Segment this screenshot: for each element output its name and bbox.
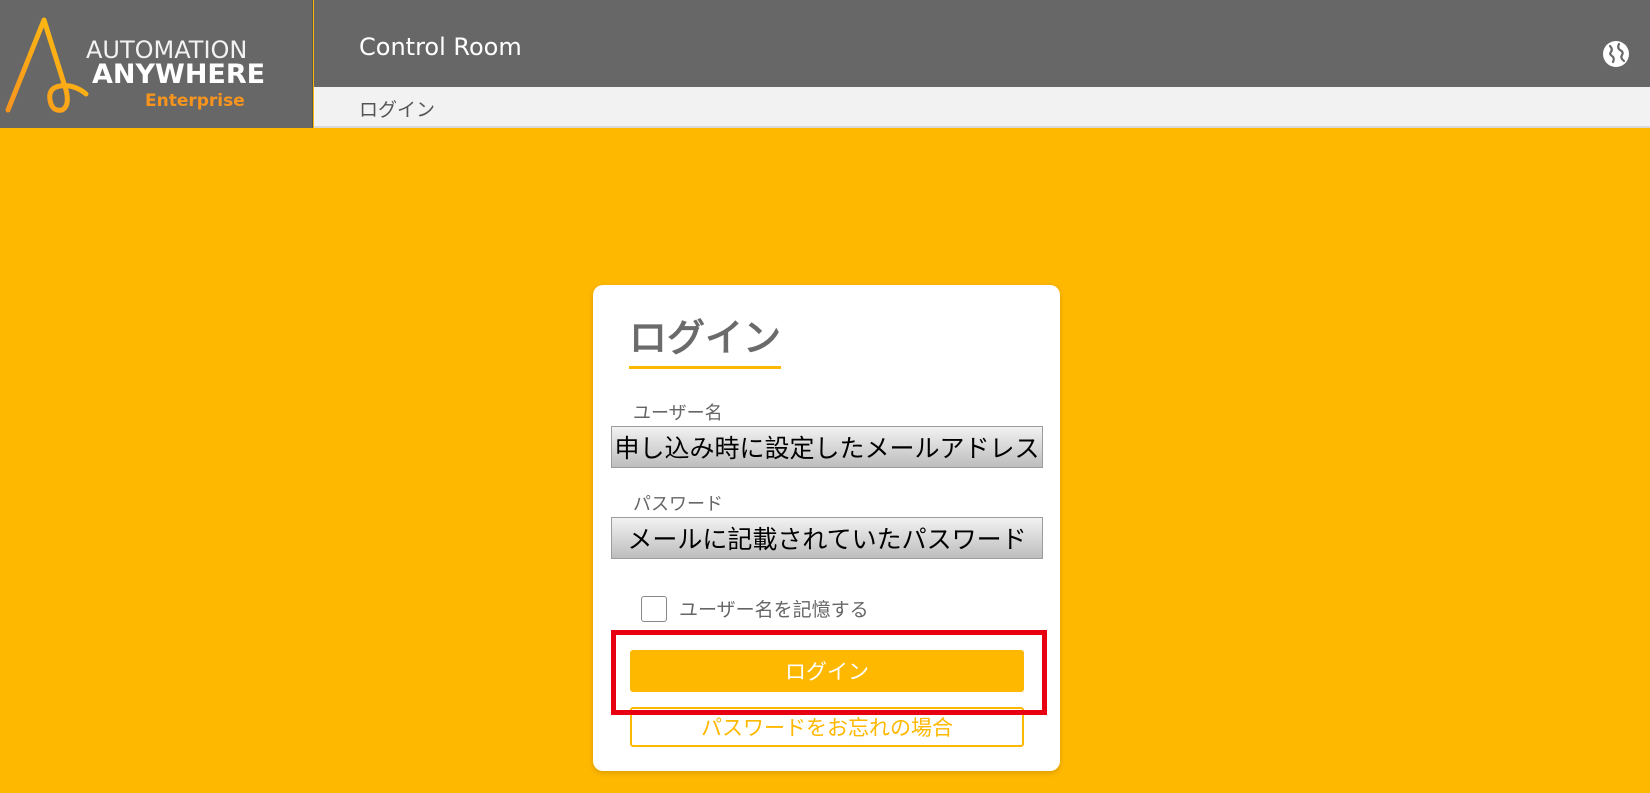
remember-username-row[interactable]: ユーザー名を記憶する	[641, 595, 869, 622]
username-annotation: 申し込み時に設定したメールアドレス	[611, 426, 1043, 468]
brand-edition: Enterprise	[145, 91, 245, 111]
app-root: AUTOMATION ANYWHERE Enterprise Control R…	[0, 0, 1650, 793]
remember-username-label: ユーザー名を記憶する	[679, 599, 869, 621]
top-bar: Control Room	[314, 0, 1650, 87]
breadcrumb: ログイン	[359, 99, 436, 121]
breadcrumb-bar: ログイン	[314, 87, 1650, 128]
app-title: Control Room	[359, 33, 522, 61]
login-button[interactable]: ログイン	[630, 650, 1024, 692]
password-label: パスワード	[633, 494, 723, 515]
automation-anywhere-logo-icon	[5, 17, 89, 113]
globe-icon[interactable]	[1602, 40, 1630, 68]
brand-name-line2: ANYWHERE	[92, 59, 266, 90]
login-title: ログイン	[629, 307, 782, 369]
brand-logo[interactable]: AUTOMATION ANYWHERE Enterprise	[0, 0, 313, 128]
remember-username-checkbox[interactable]	[641, 595, 667, 622]
login-card: ログイン ユーザー名 申し込み時に設定したメールアドレス パスワード メールに記…	[593, 285, 1060, 771]
forgot-password-button[interactable]: パスワードをお忘れの場合	[630, 707, 1024, 747]
username-label: ユーザー名	[633, 403, 723, 424]
password-annotation: メールに記載されていたパスワード	[611, 517, 1043, 559]
